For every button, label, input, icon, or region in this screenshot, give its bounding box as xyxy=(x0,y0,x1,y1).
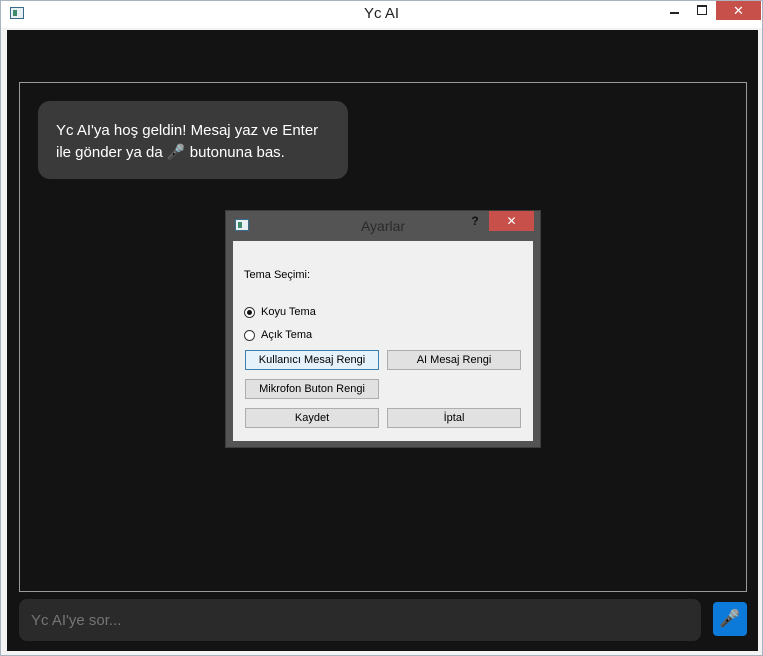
radio-checked-icon xyxy=(244,306,255,318)
user-color-button[interactable]: Kullanıcı Mesaj Rengi xyxy=(245,350,379,370)
microphone-icon: 🎤 xyxy=(719,609,741,629)
light-theme-label: Açık Tema xyxy=(261,329,313,341)
dialog-close-button[interactable]: ✕ xyxy=(489,211,534,231)
minimize-icon xyxy=(670,12,679,14)
minimize-button[interactable] xyxy=(661,1,688,20)
dark-theme-radio[interactable]: Koyu Tema xyxy=(244,305,316,319)
dialog-body: Tema Seçimi: Koyu Tema Açık Tema Kullanı… xyxy=(233,241,533,441)
maximize-button[interactable] xyxy=(689,1,715,20)
maximize-icon xyxy=(697,5,707,15)
mic-color-button[interactable]: Mikrofon Buton Rengi xyxy=(245,379,379,399)
theme-label: Tema Seçimi: xyxy=(244,269,311,281)
main-window: Yc AI ✕ Yc AI'ya hoş geldin! Mesaj yaz v… xyxy=(0,0,763,656)
settings-dialog: Ayarlar ? ✕ Tema Seçimi: Koyu Tema Açık … xyxy=(225,210,541,448)
title-bar[interactable]: Yc AI ✕ xyxy=(1,1,762,28)
message-input[interactable] xyxy=(19,599,701,641)
dark-theme-label: Koyu Tema xyxy=(261,306,316,318)
close-button[interactable]: ✕ xyxy=(716,1,761,20)
cancel-button[interactable]: İptal xyxy=(387,408,521,428)
window-title: Yc AI xyxy=(363,5,400,22)
save-button[interactable]: Kaydet xyxy=(245,408,379,428)
light-theme-radio[interactable]: Açık Tema xyxy=(244,328,312,342)
help-button[interactable]: ? xyxy=(469,214,481,228)
dialog-title-bar[interactable]: Ayarlar ? ✕ xyxy=(226,211,540,241)
radio-unchecked-icon xyxy=(244,329,255,341)
ai-color-button[interactable]: AI Mesaj Rengi xyxy=(387,350,521,370)
microphone-button[interactable]: 🎤 xyxy=(713,602,747,636)
ai-message-bubble: Yc AI'ya hoş geldin! Mesaj yaz ve Enter … xyxy=(38,101,348,179)
